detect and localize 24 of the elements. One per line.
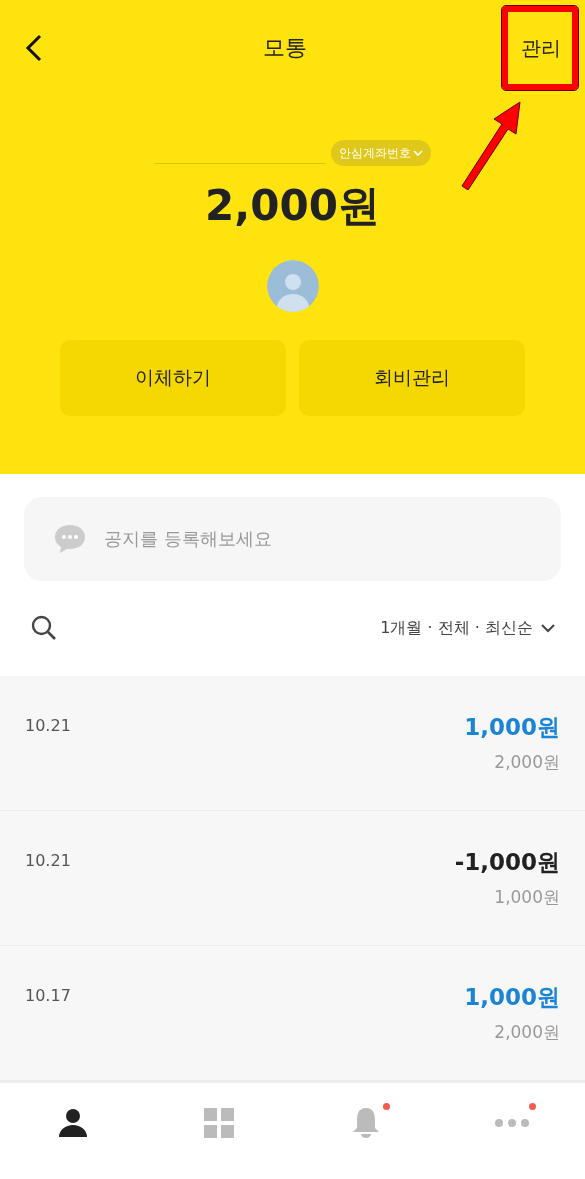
manage-link[interactable]: 관리 (521, 34, 561, 62)
balance-amount: 2,000원 (205, 180, 380, 232)
transaction-amount: -1,000원 (454, 848, 560, 878)
action-button[interactable]: 이체하기 (60, 340, 286, 416)
running-balance: 2,000원 (494, 751, 560, 775)
chevron-down-icon (541, 623, 555, 633)
person-icon (58, 1108, 89, 1139)
transaction-amount: 1,000원 (464, 713, 560, 743)
action-button[interactable]: 회비관리 (299, 340, 525, 416)
grid-icon (204, 1108, 235, 1139)
transaction-amount: 1,000원 (464, 983, 560, 1013)
transaction-date: 10.17 (25, 986, 71, 1006)
transaction-date: 10.21 (25, 716, 71, 736)
speech-bubble-icon (54, 523, 86, 554)
page-title: 모통 (262, 34, 307, 62)
notice-field[interactable]: 공지를 등록해보세요 (102, 527, 531, 551)
running-balance: 2,000원 (494, 1021, 560, 1045)
more-icon (493, 1118, 530, 1129)
running-balance: 1,000원 (494, 886, 560, 910)
filter-dropdown[interactable]: 1개월 · 전체 · 최신순 (380, 617, 555, 639)
avatar-icon (266, 260, 319, 312)
bell-icon (351, 1107, 380, 1140)
chevron-down-icon (412, 149, 423, 157)
transaction-date: 10.21 (25, 851, 71, 871)
